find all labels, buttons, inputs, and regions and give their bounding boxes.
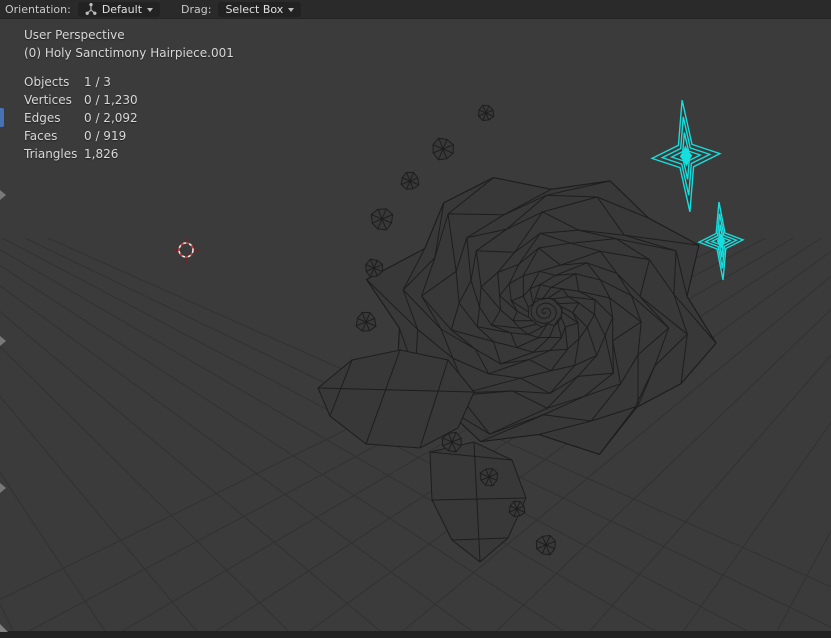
stat-value: 0 / 2,092 bbox=[84, 111, 138, 125]
region-expand-arrow[interactable] bbox=[0, 483, 6, 493]
stat-value: 1 / 3 bbox=[84, 75, 111, 89]
region-expand-arrow[interactable] bbox=[0, 336, 6, 346]
wireframe-bud[interactable] bbox=[355, 311, 377, 332]
wireframe-bud[interactable] bbox=[432, 137, 455, 161]
area-corner-handle[interactable] bbox=[0, 624, 8, 632]
transform-orientation-dropdown[interactable]: Default bbox=[77, 1, 161, 17]
region-expand-arrow[interactable] bbox=[0, 190, 6, 200]
chevron-down-icon bbox=[288, 7, 295, 12]
axis-gizmo-icon bbox=[85, 3, 97, 15]
wireframe-bud[interactable] bbox=[535, 534, 556, 556]
stat-value: 0 / 919 bbox=[84, 129, 127, 143]
stat-label: Vertices bbox=[24, 93, 72, 107]
stat-label: Triangles bbox=[24, 147, 78, 161]
viewport-header: Orientation: Default Drag: Select Box bbox=[0, 0, 831, 19]
drag-mode-dropdown[interactable]: Select Box bbox=[218, 1, 302, 17]
wireframe-bud[interactable] bbox=[400, 171, 420, 190]
wireframe-bud[interactable] bbox=[370, 208, 394, 231]
drag-label: Drag: bbox=[181, 2, 212, 16]
wireframe-bud[interactable] bbox=[477, 104, 495, 122]
orientation-label: Orientation: bbox=[5, 2, 71, 16]
wireframe-leaf[interactable] bbox=[429, 441, 527, 563]
active-object-label: (0) Holy Sanctimony Hairpiece.001 bbox=[24, 46, 234, 60]
orientation-value: Default bbox=[101, 2, 143, 16]
active-tool-indicator[interactable] bbox=[0, 108, 4, 127]
selected-sparkle-object[interactable] bbox=[648, 98, 724, 214]
blender-3d-viewport: Orientation: Default Drag: Select Box Us… bbox=[0, 0, 831, 638]
stat-value: 1,826 bbox=[84, 147, 119, 161]
scene-statistics: Objects 1 / 3 Vertices 0 / 1,230 Edges 0… bbox=[24, 73, 234, 163]
selected-sparkle-object[interactable] bbox=[697, 201, 745, 281]
editor-divider[interactable] bbox=[0, 631, 831, 638]
viewport-overlay-text: User Perspective (0) Holy Sanctimony Hai… bbox=[24, 26, 234, 163]
stat-label: Edges bbox=[24, 111, 61, 125]
stat-value: 0 / 1,230 bbox=[84, 93, 138, 107]
chevron-down-icon bbox=[147, 7, 154, 12]
view-perspective-label: User Perspective bbox=[24, 28, 125, 42]
drag-mode-value: Select Box bbox=[225, 2, 284, 16]
stat-label: Objects bbox=[24, 75, 70, 89]
stat-label: Faces bbox=[24, 129, 58, 143]
3d-cursor bbox=[173, 237, 199, 263]
